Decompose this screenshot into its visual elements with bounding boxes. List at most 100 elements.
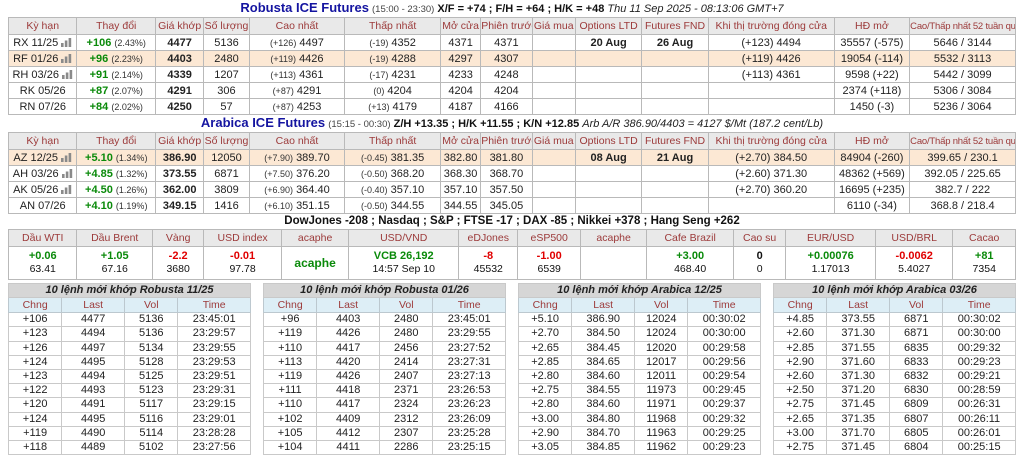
- ticker-value: 45532: [473, 263, 503, 275]
- order-cell: 384.60: [571, 397, 636, 413]
- open-interest-cell: 48362 (+569): [833, 165, 911, 182]
- high-change: (+126): [270, 37, 297, 48]
- contract-cell[interactable]: AH 03/26: [7, 165, 78, 182]
- order-cell: 00:25:15: [942, 439, 1016, 455]
- order-cell: 6809: [889, 397, 944, 413]
- open-cell: 368.30: [439, 165, 482, 182]
- column-header: Số lượng: [203, 132, 250, 150]
- order-cell: 4495: [61, 354, 126, 370]
- contract-cell[interactable]: RN 07/26: [7, 98, 78, 115]
- order-cell: 00:29:37: [687, 397, 761, 413]
- change-percent: (2.43%): [114, 37, 146, 48]
- order-cell: +5.10: [517, 312, 573, 328]
- order-cell: 371.35: [826, 411, 891, 427]
- column-header: Cao nhất: [248, 17, 346, 35]
- low-value: 381.35: [390, 151, 425, 164]
- high-value: 4253: [296, 100, 322, 113]
- contract-cell[interactable]: RX 11/25: [7, 34, 78, 51]
- bid-cell: [531, 34, 576, 51]
- order-cell: 4412: [316, 425, 381, 441]
- change-value: +5.10: [85, 151, 113, 164]
- order-cell: 5136: [124, 326, 179, 342]
- high-change: (+6.90): [264, 184, 293, 195]
- order-cell: 5114: [124, 425, 179, 441]
- order-cell: 6805: [889, 425, 944, 441]
- low-change: (-0.40): [361, 184, 388, 195]
- week52-cell: 5306 / 3084: [909, 82, 1016, 99]
- ticker-cell: +0.06 63.41: [7, 246, 78, 280]
- high-value: 4361: [299, 68, 324, 81]
- contract-cell[interactable]: RF 01/26: [7, 50, 78, 67]
- ticker-header: Dầu Brent: [76, 229, 153, 247]
- volume-cell: 5136: [203, 34, 250, 51]
- contract-cell[interactable]: AZ 12/25: [7, 149, 78, 166]
- open-cell: 4204: [439, 82, 482, 99]
- order-cell: 371.30: [826, 326, 891, 342]
- futures-fnd-cell: [641, 197, 709, 214]
- ticker-change: +1.05: [100, 250, 129, 262]
- high-cell: (+87) 4291: [248, 82, 346, 99]
- ticker-change: -8: [483, 250, 494, 262]
- order-cell: 2480: [379, 326, 434, 342]
- order-cell: 2371: [379, 383, 434, 399]
- volume-cell: 12050: [203, 149, 250, 166]
- contract-cell[interactable]: RH 03/26: [7, 66, 78, 83]
- robusta-spreads: X/F = +74 ; F/H = +64 ; H/K = +48: [437, 3, 605, 15]
- order-cell: +2.60: [772, 326, 828, 342]
- arabica-futures-table: Kỳ hạn Thay đổi Giá khớp Số lượng Cao nhất Th…: [7, 132, 1016, 214]
- bid-cell: [531, 82, 576, 99]
- bid-cell: [531, 98, 576, 115]
- order-cell: 12024: [634, 326, 689, 342]
- column-header: HĐ mở: [833, 132, 911, 150]
- high-change: (+7.50): [264, 168, 293, 179]
- ticker-header: USD/VND: [348, 229, 460, 247]
- order-cell: 4411: [316, 439, 381, 455]
- last-price-cell: 4339: [154, 66, 205, 83]
- order-cell: 4494: [61, 326, 126, 342]
- column-header: Cao/Thấp nhất 52 tuần qua: [909, 17, 1016, 35]
- contract-cell[interactable]: RK 05/26: [7, 82, 78, 99]
- low-cell: (-0.40) 357.10: [344, 181, 441, 198]
- change-cell: +4.85 (1.32%): [76, 165, 156, 182]
- column-header: Futures FND: [641, 132, 709, 150]
- ticker-header: Cao su: [732, 229, 787, 247]
- futures-fnd-cell: [641, 50, 709, 67]
- high-change: (+113): [270, 69, 296, 80]
- arabica-title: Arabica ICE Futures: [200, 115, 326, 130]
- order-cell: 384.55: [571, 383, 636, 399]
- ticker-value: 468.40: [674, 263, 707, 275]
- brand-label: acaphe: [294, 256, 336, 270]
- order-cell: 00:29:56: [687, 354, 761, 370]
- order-cell: +2.90: [517, 425, 573, 441]
- contract-cell[interactable]: AN 07/26: [7, 197, 78, 214]
- order-row: +96 4403 2480 23:45:01: [262, 312, 506, 328]
- contract-label: AH 03/26: [12, 167, 59, 180]
- change-percent: (2.07%): [111, 85, 143, 96]
- volume-cell: 57: [203, 98, 250, 115]
- order-cell: 2324: [379, 397, 434, 413]
- volume-cell: 3809: [203, 181, 250, 198]
- last-price-cell: 4477: [154, 34, 205, 51]
- order-cell: +96: [262, 312, 318, 328]
- order-cell: +111: [262, 383, 318, 399]
- order-cell: 12011: [634, 368, 689, 385]
- order-cell: 00:26:11: [942, 411, 1016, 427]
- change-cell: +4.10 (1.19%): [76, 197, 156, 214]
- order-row: +2.65 371.35 6807 00:26:11: [772, 411, 1016, 427]
- order-row: +2.75 371.45 6804 00:25:15: [772, 439, 1016, 455]
- contract-cell[interactable]: AK 05/26: [7, 181, 78, 198]
- futures-row: AH 03/26 +4.85 (1.32%) 373.55 6871 (+7.50) 3…: [7, 165, 1016, 182]
- column-header: Giá mua: [531, 17, 576, 35]
- ticker-change: -0.0062: [895, 250, 933, 262]
- order-cell: 384.65: [571, 354, 636, 370]
- order-cell: 4426: [316, 368, 381, 385]
- ticker-header: Dầu WTI: [7, 229, 78, 247]
- world-indices-line: DowJones -208 ; Nasdaq ; S&P ; FTSE -17 …: [284, 215, 740, 227]
- order-cell: 00:30:00: [942, 326, 1016, 342]
- column-header: Futures FND: [641, 17, 709, 35]
- order-cell: 23:29:51: [177, 368, 251, 385]
- open-cell: 4233: [439, 66, 482, 83]
- open-interest-cell: 16695 (+235): [833, 181, 911, 198]
- options-ltd-cell: [574, 82, 643, 99]
- last-price-cell: 4291: [154, 82, 205, 99]
